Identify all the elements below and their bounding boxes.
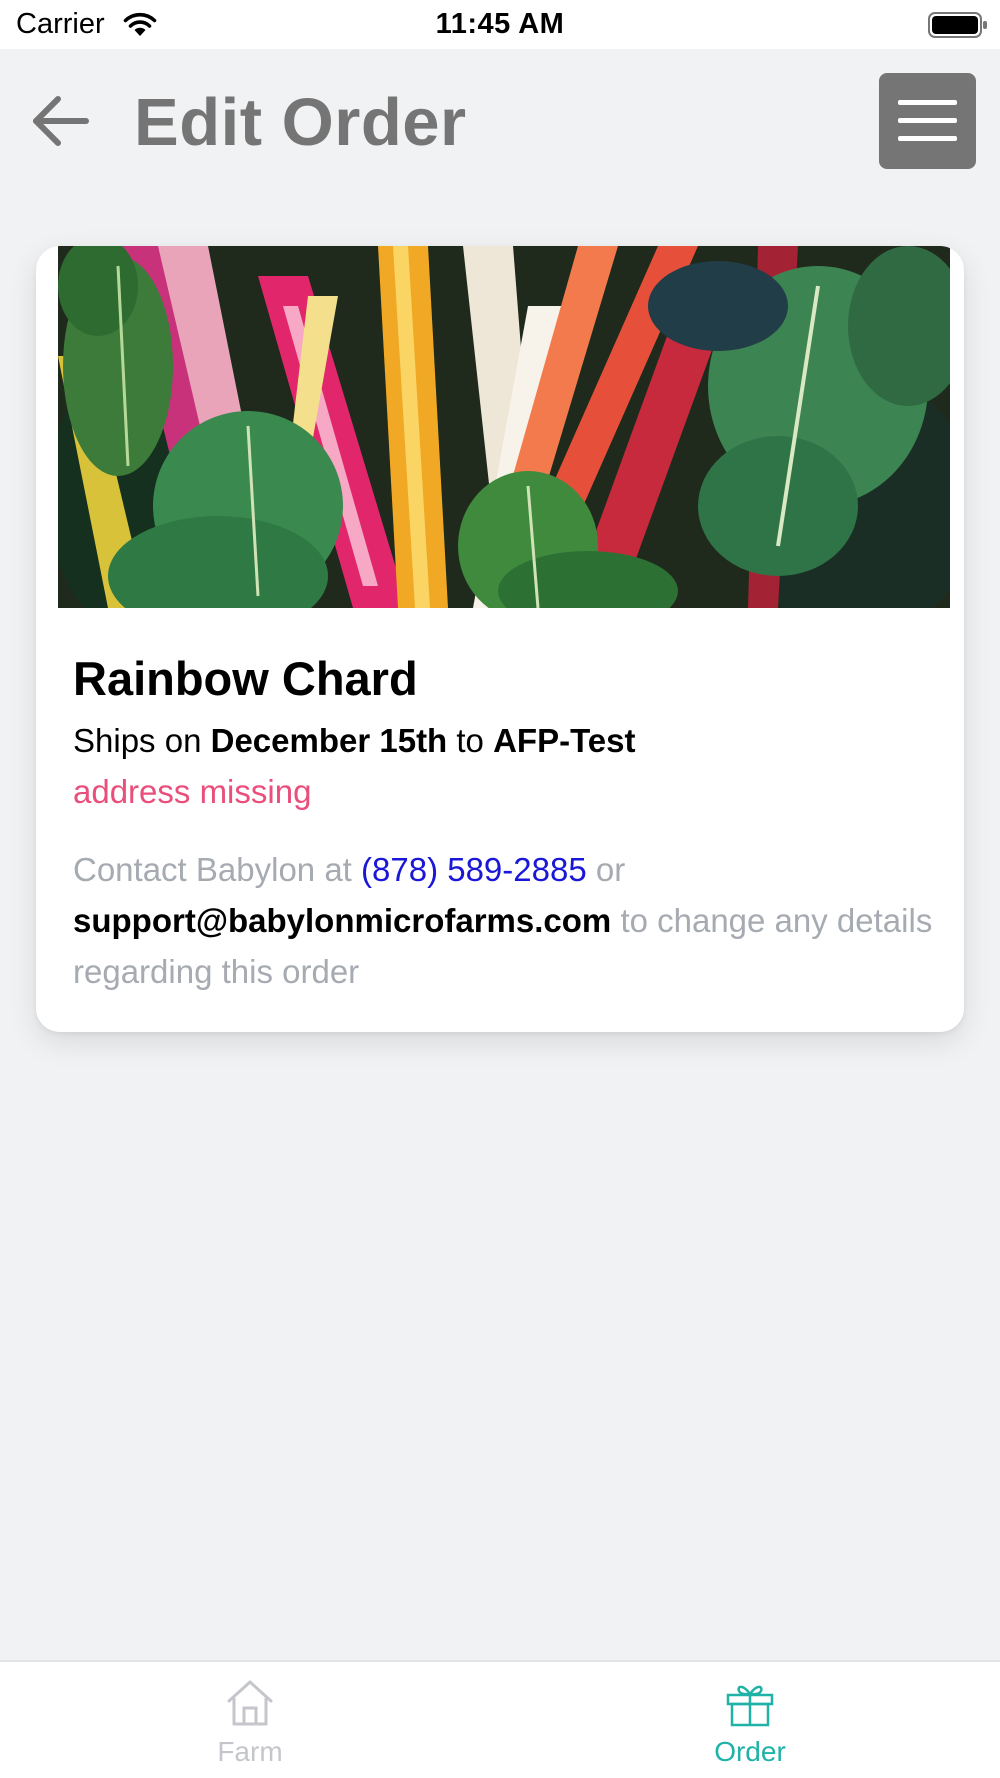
arrow-left-icon[interactable] <box>30 95 90 147</box>
page-title: Edit Order <box>134 85 467 160</box>
ships-to-label: to <box>456 722 484 759</box>
email-link[interactable]: support@babylonmicrofarms.com <box>73 902 611 939</box>
tab-order-label: Order <box>714 1736 786 1767</box>
gift-box-icon <box>726 1685 774 1727</box>
product-image <box>58 246 964 608</box>
product-name: Rainbow Chard <box>73 652 418 705</box>
tab-order[interactable]: Order <box>500 1662 1000 1778</box>
tab-farm[interactable]: Farm <box>0 1662 500 1778</box>
status-bar: Carrier 11:45 AM <box>0 0 1000 49</box>
phone-link[interactable]: (878) 589-2885 <box>361 851 587 888</box>
ships-prefix: Ships on <box>73 722 202 759</box>
contact-info: Contact Babylon at (878) 589-2885 or sup… <box>73 844 933 997</box>
destination: AFP-Test <box>493 722 636 759</box>
shipping-info: Ships on December 15th to AFP-Test <box>73 722 636 760</box>
ship-date: December 15th <box>210 722 448 759</box>
menu-button[interactable] <box>879 73 976 169</box>
tab-farm-label: Farm <box>217 1736 283 1767</box>
order-card: Rainbow Chard Ships on December 15th to … <box>36 246 964 1032</box>
contact-or: or <box>595 851 626 888</box>
contact-prefix: Contact Babylon at <box>73 851 352 888</box>
battery-icon <box>928 12 987 38</box>
house-icon <box>227 1680 273 1726</box>
hamburger-menu-icon <box>898 100 957 105</box>
address-missing-warning: address missing <box>73 773 312 810</box>
status-time: 11:45 AM <box>435 8 565 40</box>
tab-bar: Farm Order <box>0 1660 1000 1778</box>
